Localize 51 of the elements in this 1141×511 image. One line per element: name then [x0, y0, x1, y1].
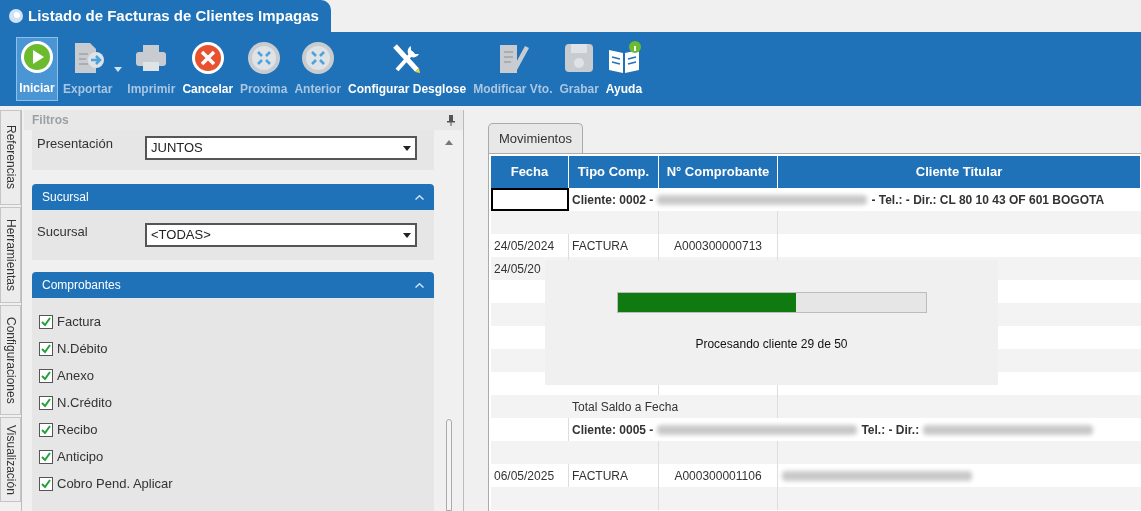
close-icon	[189, 40, 226, 76]
presentation-dropdown[interactable]: JUNTOS	[145, 136, 417, 160]
checkbox-label: N.Crédito	[57, 393, 112, 412]
side-tab[interactable]: Referencias	[0, 110, 21, 205]
client-details: Tel.: - Dir.:	[861, 421, 920, 439]
field-label: Presentación	[37, 135, 114, 153]
checkbox-label: Anexo	[57, 366, 94, 385]
toolbar-button[interactable]: Iniciar	[16, 37, 58, 101]
checkbox-label: Cobro Pend. Aplicar	[57, 474, 173, 493]
scrollbar-thumb[interactable]	[445, 419, 452, 511]
table-cell[interactable]	[491, 188, 569, 211]
play-icon	[19, 39, 55, 75]
scroll-up-icon[interactable]	[444, 140, 453, 145]
collapse-chevron-icon	[415, 282, 424, 288]
side-tab[interactable]: Herramientas	[0, 207, 21, 303]
column-header[interactable]: Fecha	[491, 156, 569, 188]
checkbox[interactable]	[39, 422, 53, 437]
dropdown-arrow-icon	[403, 232, 411, 238]
collapse-chevron-icon	[415, 194, 424, 200]
collapse-arrows-icon	[299, 40, 336, 76]
checkbox[interactable]	[39, 368, 53, 383]
checkbox[interactable]	[39, 449, 53, 464]
expand-arrows-icon	[245, 40, 282, 76]
toolbar-button[interactable]: Cancelar	[180, 37, 236, 101]
client-label: Cliente: 0005 -	[572, 421, 654, 439]
toolbar-button[interactable]: Configurar Desglose	[346, 37, 469, 101]
checkbox-label: Anticipo	[57, 447, 104, 466]
side-tab[interactable]: Configuraciones	[0, 305, 21, 415]
section-header[interactable]: Comprobantes	[32, 272, 434, 298]
panel-title: Filtros	[32, 112, 69, 129]
checkbox[interactable]	[39, 314, 53, 329]
tab[interactable]: Movimientos	[488, 123, 583, 153]
checkbox[interactable]	[39, 476, 53, 491]
field-label: Sucursal	[37, 223, 89, 242]
checkbox[interactable]	[39, 341, 53, 356]
toolbar-button[interactable]: Ayuda	[603, 37, 645, 101]
checkbox[interactable]	[39, 395, 53, 410]
checkbox-label: Recibo	[57, 420, 98, 439]
app-logo-icon	[8, 8, 24, 24]
window-title: Listado de Facturas de Clientes Impagas	[0, 0, 331, 32]
checkbox-label: N.Débito	[57, 339, 108, 358]
section-header[interactable]: Sucursal	[32, 184, 434, 210]
dropdown-arrow-icon	[403, 145, 411, 151]
client-details: - Tel.: - Dir.: CL 80 10 43 OF 601 BOGOTA	[871, 191, 1105, 209]
client-label: Cliente: 0002 -	[572, 191, 654, 209]
checkbox-label: Factura	[57, 312, 102, 331]
dropdown-caret-icon	[114, 67, 123, 72]
branch-dropdown[interactable]: <TODAS>	[145, 223, 417, 247]
side-tab[interactable]: Visualización	[0, 417, 21, 502]
progress-message: Procesando cliente 29 de 50	[695, 336, 848, 353]
pin-icon[interactable]	[447, 114, 455, 126]
